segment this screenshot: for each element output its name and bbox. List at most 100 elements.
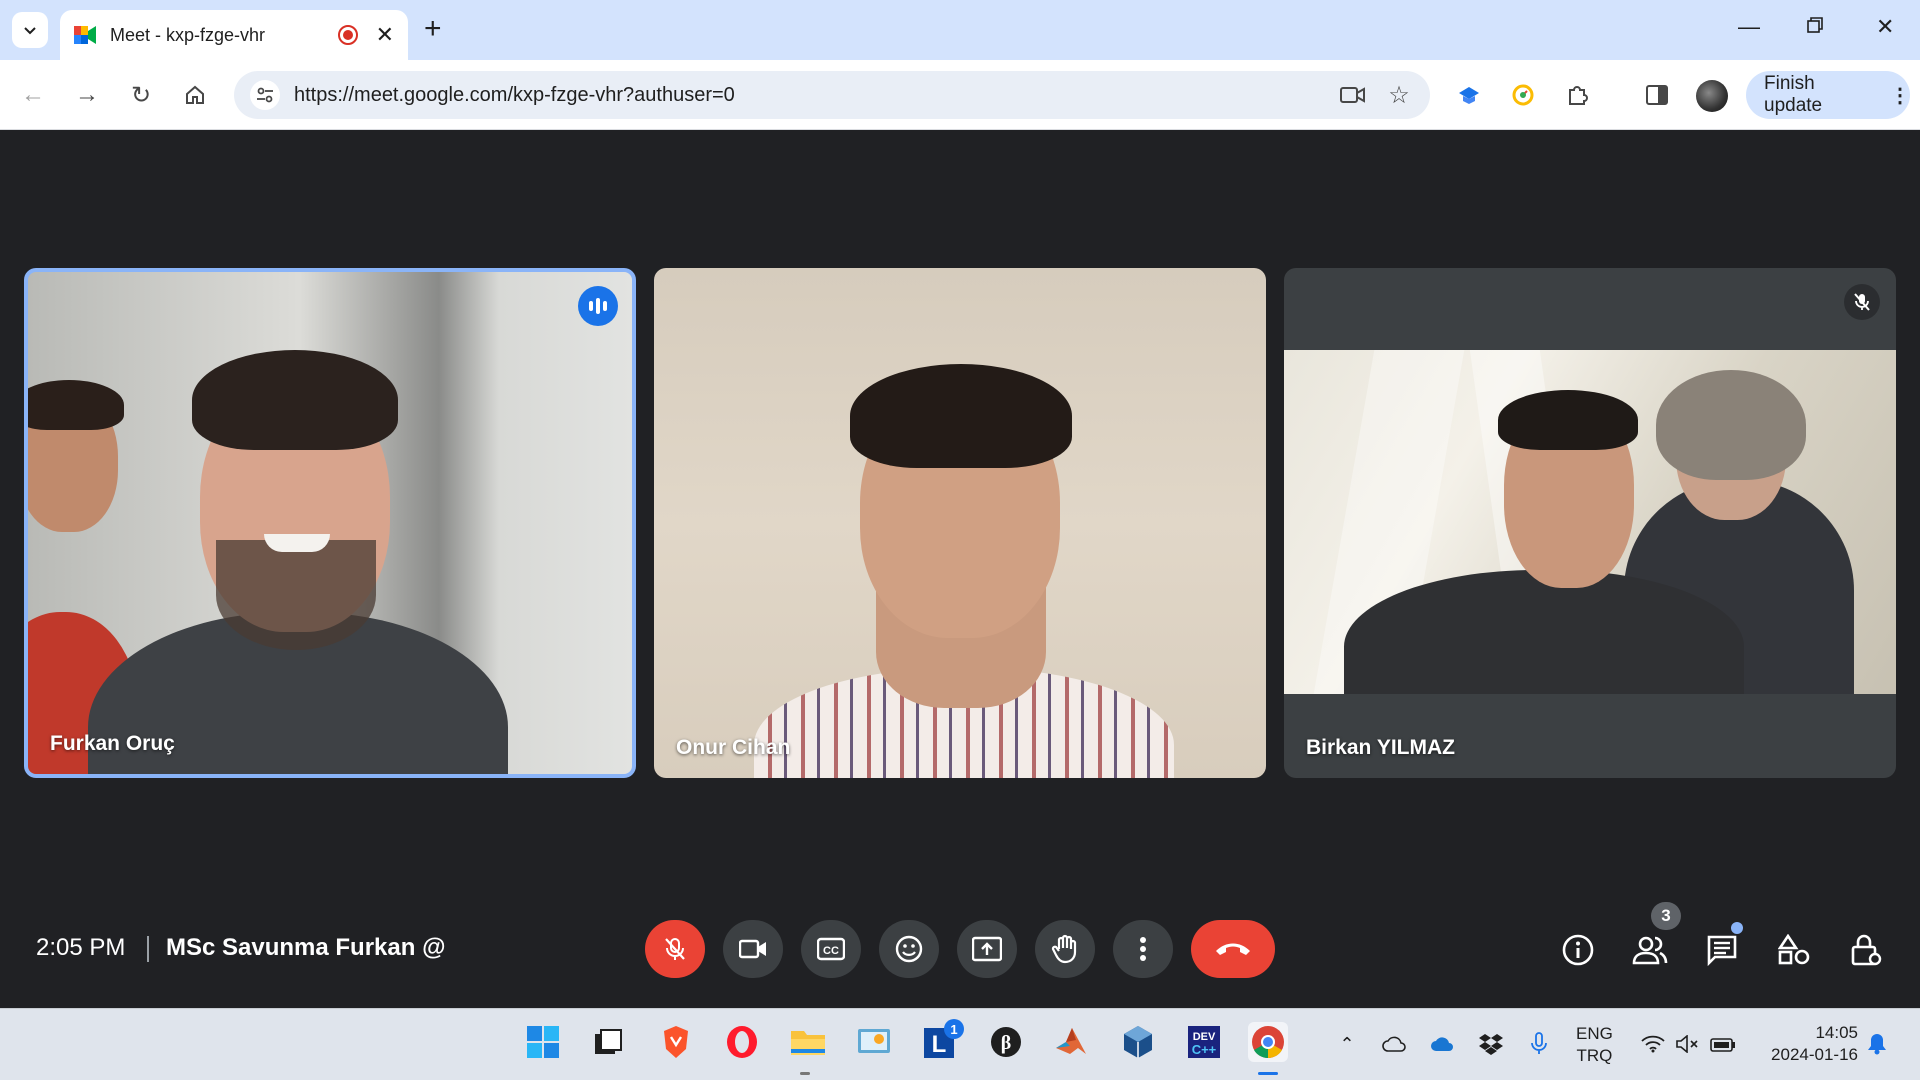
windows-logo-icon	[527, 1026, 559, 1058]
leave-call-button[interactable]	[1191, 920, 1275, 978]
p-app-icon[interactable]: β	[986, 1022, 1026, 1062]
participant-name: Birkan YILMAZ	[1306, 736, 1455, 759]
home-icon[interactable]	[178, 78, 212, 112]
tab-search-button[interactable]	[12, 12, 48, 48]
unread-dot	[1731, 922, 1743, 934]
new-tab-button[interactable]: +	[424, 14, 442, 44]
microphone-icon[interactable]	[1524, 1032, 1554, 1056]
camera-icon	[739, 939, 766, 959]
meeting-clock: 2:05 PM	[36, 934, 126, 961]
forward-icon[interactable]: →	[70, 78, 104, 112]
more-options-icon	[1140, 937, 1146, 961]
url-text: https://meet.google.com/kxp-fzge-vhr?aut…	[294, 83, 735, 106]
dropbox-icon[interactable]	[1476, 1032, 1506, 1056]
file-explorer-icon[interactable]	[788, 1022, 828, 1062]
participant-name: Onur Cihan	[676, 736, 791, 759]
running-app-indicator	[800, 1072, 810, 1075]
address-bar[interactable]: https://meet.google.com/kxp-fzge-vhr?aut…	[234, 71, 1430, 119]
meeting-title: MSc Savunma Furkan @	[166, 934, 446, 961]
start-button[interactable]	[523, 1022, 563, 1062]
participant-count-badge: 3	[1651, 902, 1681, 930]
dev-cpp-icon[interactable]: DEV C++	[1184, 1022, 1224, 1062]
mic-toggle-button[interactable]	[645, 920, 705, 978]
extensions-puzzle-icon[interactable]	[1560, 78, 1594, 112]
raise-hand-button[interactable]	[1035, 920, 1095, 978]
more-options-button[interactable]	[1113, 920, 1173, 978]
input-language[interactable]: ENG TRQ	[1576, 1023, 1613, 1067]
participant-name: Furkan Oruç	[50, 732, 175, 755]
notifications-bell-icon[interactable]	[1862, 1032, 1892, 1056]
participant-video	[1284, 350, 1896, 694]
present-button[interactable]	[957, 920, 1017, 978]
info-icon	[1562, 934, 1594, 966]
kebab-menu-icon: ⋮	[1890, 84, 1910, 107]
reactions-button[interactable]	[879, 920, 939, 978]
finish-update-label: Finish update	[1764, 73, 1823, 116]
svg-text:β: β	[1001, 1032, 1012, 1054]
browser-toolbar: ← → ↻ https://meet.google.com/kxp-fzge-v…	[0, 60, 1920, 130]
site-settings-icon[interactable]	[250, 80, 280, 110]
wifi-icon[interactable]	[1638, 1032, 1668, 1056]
onedrive-business-icon[interactable]	[1428, 1032, 1458, 1056]
activities-icon	[1778, 934, 1810, 965]
activities-button[interactable]	[1772, 928, 1816, 972]
battery-icon[interactable]	[1708, 1032, 1738, 1056]
tab-meet[interactable]: Meet - kxp-fzge-vhr ✕	[60, 10, 408, 60]
system-clock[interactable]: 14:05 2024-01-16	[1758, 1022, 1858, 1066]
camera-toggle-button[interactable]	[723, 920, 783, 978]
restore-icon[interactable]	[1806, 16, 1824, 38]
side-panel-icon[interactable]	[1640, 78, 1674, 112]
raise-hand-icon	[1051, 934, 1077, 964]
tab-title: Meet - kxp-fzge-vhr	[110, 24, 266, 45]
captions-button[interactable]: CC	[801, 920, 861, 978]
chrome-icon[interactable]	[1248, 1022, 1288, 1062]
profile-avatar[interactable]	[1696, 80, 1728, 112]
captions-icon: CC	[817, 937, 845, 961]
matlab-icon[interactable]	[1052, 1022, 1092, 1062]
recording-icon	[337, 25, 358, 45]
speaking-indicator-icon	[578, 286, 618, 326]
participant-tile[interactable]: Furkan Oruç	[24, 268, 636, 778]
reload-icon[interactable]: ↻	[124, 78, 158, 112]
control-panel-icon[interactable]	[854, 1022, 894, 1062]
active-app-indicator	[1258, 1072, 1278, 1075]
participant-tile[interactable]: Onur Cihan	[654, 268, 1266, 778]
google-meet-icon	[74, 26, 96, 44]
virtualbox-icon[interactable]	[1118, 1022, 1158, 1062]
mic-off-icon	[665, 938, 685, 960]
svg-text:L: L	[932, 1031, 947, 1058]
end-call-icon	[1216, 943, 1250, 955]
os-taskbar	[0, 1008, 1920, 1080]
onedrive-personal-icon[interactable]	[1380, 1032, 1410, 1056]
tab-strip: Meet - kxp-fzge-vhr ✕ + — ✕	[0, 0, 1920, 60]
bookmark-star-icon[interactable]: ☆	[1384, 80, 1414, 110]
svg-text:C++: C++	[1192, 1042, 1217, 1057]
host-controls-icon	[1851, 934, 1882, 966]
minimize-icon[interactable]: —	[1738, 16, 1760, 38]
host-controls-button[interactable]	[1844, 928, 1888, 972]
emoji-icon	[895, 935, 923, 963]
meeting-details-button[interactable]	[1556, 928, 1600, 972]
extension-timer-icon[interactable]	[1506, 78, 1540, 112]
back-icon[interactable]: ←	[16, 78, 50, 112]
close-tab-icon[interactable]: ✕	[376, 24, 394, 46]
present-icon	[972, 936, 1002, 962]
extension-graduation-icon[interactable]	[1452, 78, 1486, 112]
task-view-icon[interactable]	[588, 1022, 628, 1062]
people-icon	[1632, 936, 1668, 965]
svg-text:CC: CC	[823, 945, 839, 957]
camera-in-use-icon[interactable]	[1338, 80, 1368, 110]
close-window-icon[interactable]: ✕	[1876, 16, 1894, 38]
volume-muted-icon[interactable]	[1672, 1032, 1702, 1056]
opera-browser-icon[interactable]	[722, 1022, 762, 1062]
divider	[147, 936, 149, 962]
participant-tile[interactable]: Birkan YILMAZ	[1284, 268, 1896, 778]
brave-browser-icon[interactable]	[656, 1022, 696, 1062]
notification-badge: 1	[944, 1019, 964, 1039]
chevron-down-icon	[24, 27, 36, 35]
finish-update-button[interactable]: Finish update ⋮	[1746, 71, 1910, 119]
tray-overflow-chevron-icon[interactable]: ⌃	[1332, 1032, 1362, 1056]
chat-icon	[1707, 935, 1737, 966]
chat-button[interactable]	[1700, 928, 1744, 972]
people-button[interactable]	[1628, 928, 1672, 972]
